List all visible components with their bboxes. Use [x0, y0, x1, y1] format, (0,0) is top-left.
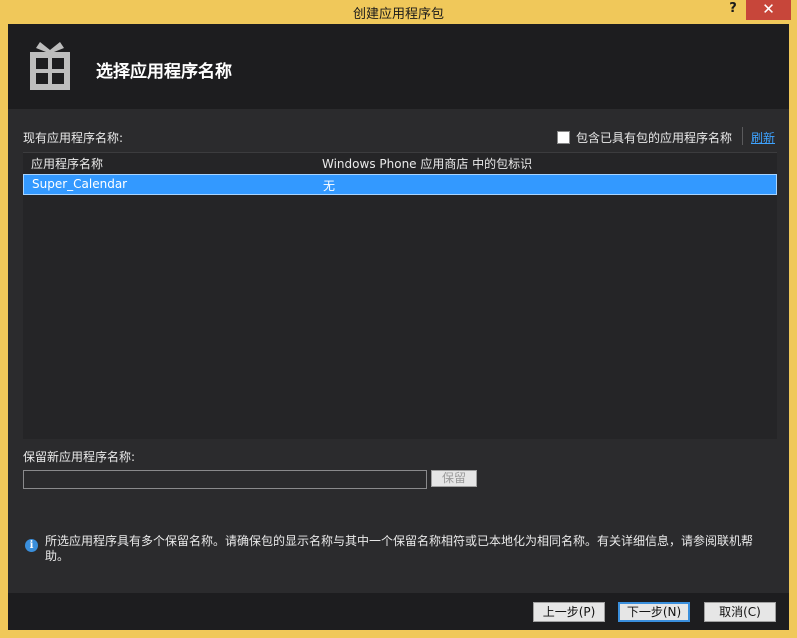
title-bar: 创建应用程序包 ? ✕: [0, 0, 797, 24]
close-button[interactable]: ✕: [746, 0, 791, 20]
include-packaged-checkbox[interactable]: [557, 131, 570, 144]
include-packaged-checkbox-group[interactable]: 包含已具有包的应用程序名称: [557, 129, 732, 146]
dialog-body: 选择应用程序名称 现有应用程序名称: 包含已具有包的应用程序名称 刷新 应用程序…: [8, 24, 789, 630]
help-button[interactable]: ?: [722, 0, 744, 20]
reserve-name-label: 保留新应用程序名称:: [23, 450, 136, 464]
divider: [742, 127, 743, 145]
reserve-name-input[interactable]: [23, 470, 427, 489]
app-name-list[interactable]: 应用程序名称 Windows Phone 应用商店 中的包标识 Super_Ca…: [23, 152, 777, 439]
reserve-button[interactable]: 保留: [431, 470, 477, 487]
wizard-footer: 上一步(P) 下一步(N) 取消(C): [8, 593, 789, 630]
gift-package-icon: [30, 42, 70, 90]
info-icon: i: [25, 539, 38, 552]
previous-button[interactable]: 上一步(P): [533, 602, 605, 622]
existing-names-label: 现有应用程序名称:: [23, 131, 124, 145]
column-header-app-name[interactable]: 应用程序名称: [31, 155, 103, 172]
refresh-link[interactable]: 刷新: [751, 129, 775, 146]
column-header-package-id[interactable]: Windows Phone 应用商店 中的包标识: [322, 155, 532, 172]
window-title: 创建应用程序包: [352, 7, 444, 22]
info-message: 所选应用程序具有多个保留名称。请确保包的显示名称与其中一个保留名称相符或已本地化…: [45, 534, 754, 563]
cancel-button[interactable]: 取消(C): [704, 602, 776, 622]
table-row[interactable]: Super_Calendar 无: [23, 174, 777, 195]
page-title: 选择应用程序名称: [96, 62, 232, 82]
wizard-header: 选择应用程序名称: [8, 24, 789, 109]
row-package-id: 无: [323, 179, 336, 193]
next-button[interactable]: 下一步(N): [618, 602, 690, 622]
row-app-name: Super_Calendar: [32, 177, 128, 191]
include-packaged-label[interactable]: 包含已具有包的应用程序名称: [576, 129, 732, 146]
